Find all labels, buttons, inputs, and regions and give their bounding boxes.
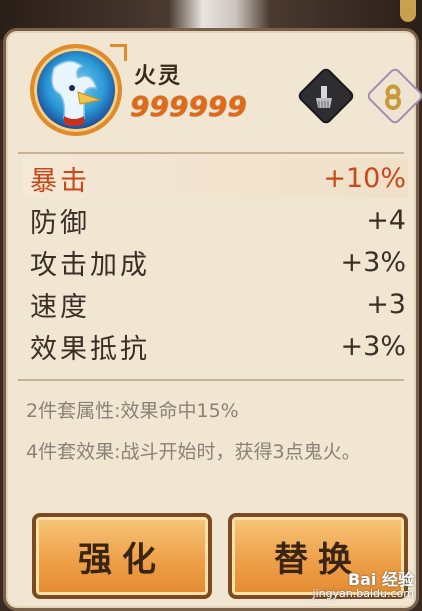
stat-value: +3% — [340, 246, 406, 278]
four-piece-effect: 4件套效果:战斗开始时，获得3点鬼火。 — [26, 441, 361, 463]
hero-score: 999999 — [130, 90, 247, 123]
brush-icon — [303, 76, 345, 118]
stat-label: 防御 — [30, 207, 90, 239]
watermark-url: jingyan.baidu.com — [312, 587, 414, 600]
divider — [18, 379, 404, 381]
stat-value: +3 — [366, 288, 406, 320]
ornament-icon — [400, 0, 416, 22]
stat-label: 速度 — [30, 291, 90, 323]
avatar[interactable] — [30, 44, 122, 136]
watermark: Bai 经验 jingyan.baidu.com — [312, 570, 414, 601]
stat-value: +4 — [366, 204, 406, 236]
stat-label: 攻击加成 — [30, 249, 150, 281]
stat-value: +3% — [340, 330, 406, 362]
bird-avatar-icon — [51, 60, 102, 126]
divider — [18, 152, 404, 154]
stat-row: 防御 +4 — [30, 200, 408, 240]
stat-row: 速度 +3 — [30, 284, 408, 324]
stat-label: 暴击 — [30, 165, 90, 197]
hero-name: 火灵 — [134, 64, 183, 89]
watermark-brand: Bai 经验 — [347, 570, 414, 589]
two-piece-effect: 2件套属性:效果命中15% — [26, 400, 239, 422]
avatar-frame-corner — [110, 44, 127, 61]
stat-value: +10% — [323, 162, 406, 194]
stat-row: 攻击加成 +3% — [30, 242, 408, 282]
stat-row: 效果抵抗 +3% — [30, 326, 408, 366]
number-eight-badge-icon — [372, 76, 414, 118]
enhance-button[interactable]: 强化 — [32, 513, 212, 599]
stat-label: 效果抵抗 — [30, 333, 150, 365]
stat-row-main: 暴击 +10% — [22, 158, 408, 198]
